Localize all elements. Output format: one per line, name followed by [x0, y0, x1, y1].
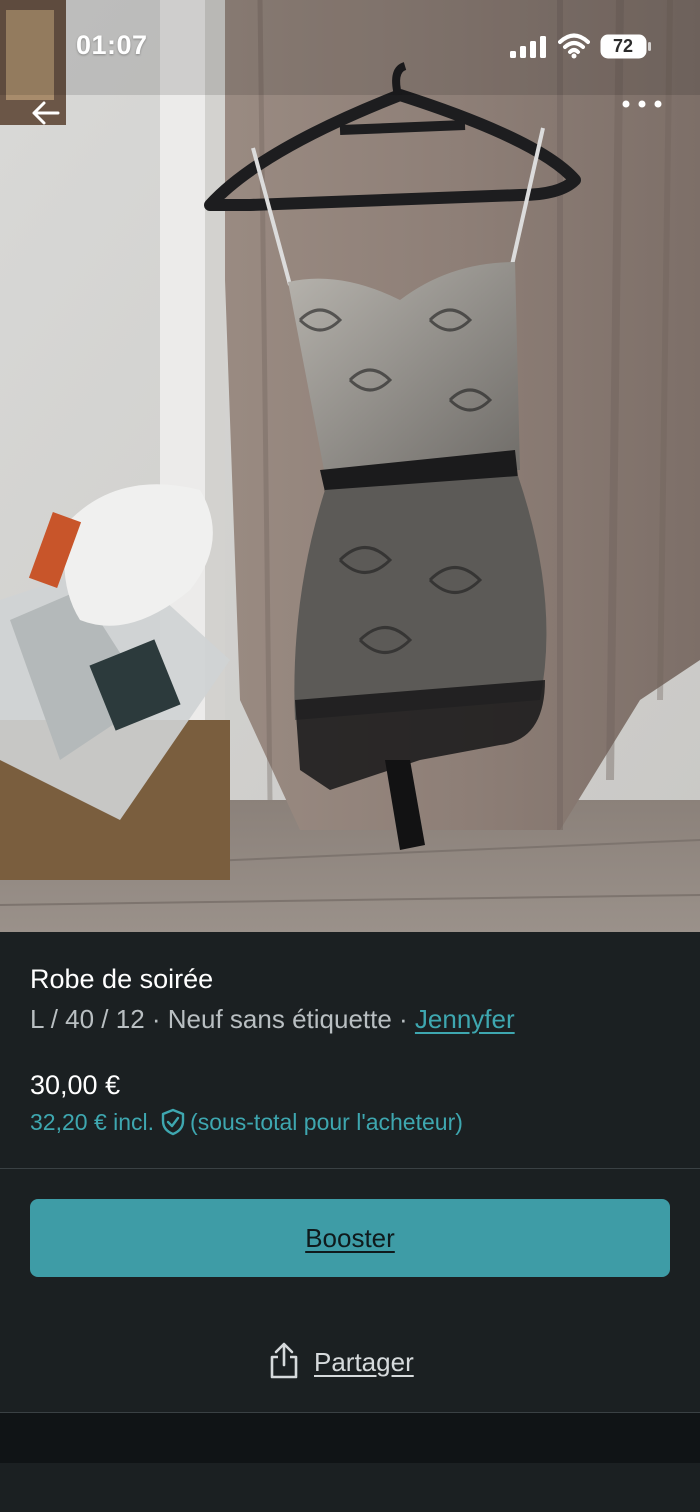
dress-photo-illustration: [0, 0, 700, 932]
bottom-bar: [0, 1413, 700, 1463]
listing-meta: L / 40 / 12 · Neuf sans étiquette · Jenn…: [30, 1004, 515, 1035]
share-icon: [268, 1341, 300, 1384]
battery-level: 72: [612, 36, 634, 56]
product-photo[interactable]: 01:07 72: [0, 0, 700, 932]
brand-link[interactable]: Jennyfer: [415, 1004, 515, 1034]
listing-title: Robe de soirée: [30, 964, 214, 994]
buyer-price-info[interactable]: 32,20 € incl. (sous-total pour l'acheteu…: [30, 1108, 463, 1136]
listing-actions: Booster Partager: [0, 1169, 700, 1412]
listing-info: Robe de soirée L / 40 / 12 · Neuf sans é…: [0, 932, 700, 1168]
price-incl-note: (sous-total pour l'acheteur): [190, 1108, 463, 1135]
share-label: Partager: [314, 1346, 414, 1377]
shield-check-icon: [160, 1108, 186, 1136]
more-options-button[interactable]: [622, 100, 674, 142]
status-bar: 01:07 72: [0, 0, 700, 95]
share-button[interactable]: Partager: [268, 1339, 414, 1385]
status-time: 01:07: [76, 30, 148, 60]
price-incl-text: 32,20 € incl.: [30, 1108, 155, 1135]
bottom-area: [0, 1463, 700, 1512]
size-condition-text: L / 40 / 12 · Neuf sans étiquette ·: [30, 1004, 415, 1034]
back-button[interactable]: [30, 100, 72, 142]
listing-price: 30,00 €: [30, 1070, 121, 1100]
boost-button[interactable]: Booster: [30, 1199, 670, 1277]
